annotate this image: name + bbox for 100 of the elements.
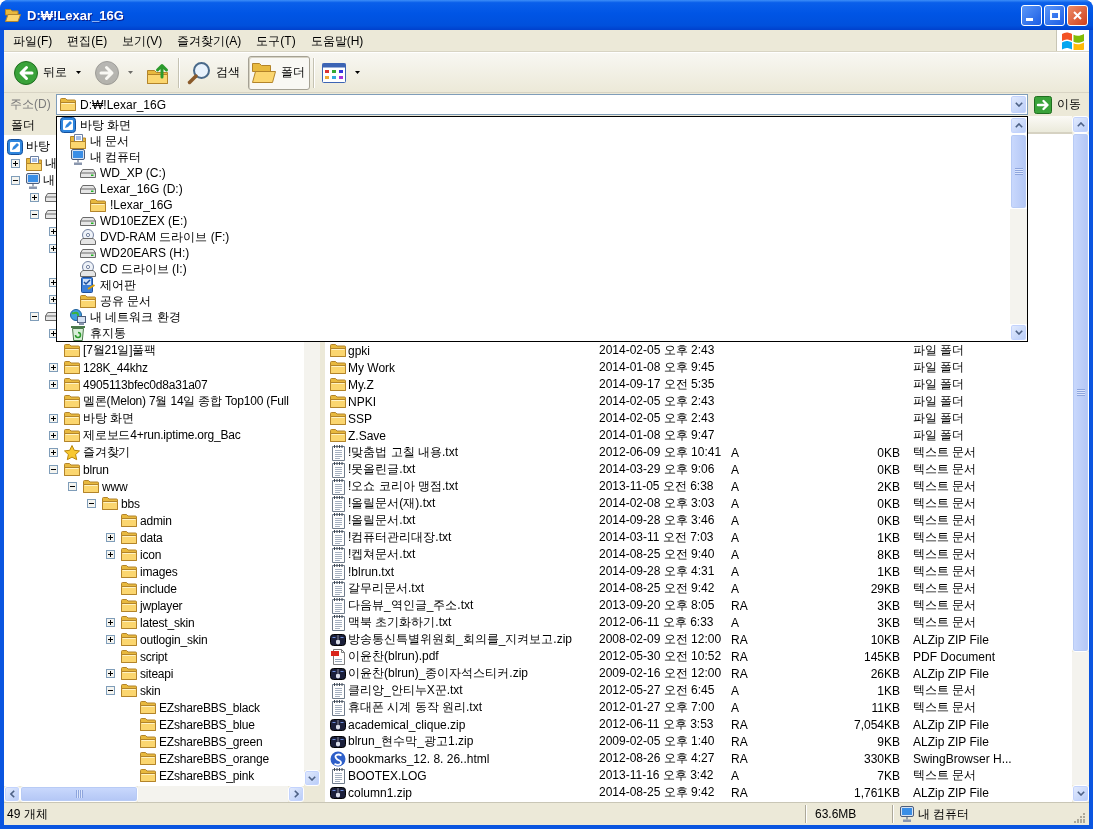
tree-toggle[interactable] — [106, 618, 115, 627]
menu-item[interactable]: 도구(T) — [250, 30, 302, 51]
location-item[interactable]: !Lexar_16G — [90, 197, 175, 213]
dropdown-button[interactable] — [1010, 95, 1027, 114]
tree-toggle[interactable] — [49, 448, 58, 457]
file-name[interactable]: NPKI — [348, 394, 376, 409]
file-name[interactable]: 맥북 초기화하기.txt — [348, 614, 452, 631]
file-name[interactable]: !올릴문서.txt — [348, 512, 416, 529]
file-name[interactable]: bookmarks_12. 8. 26..html — [348, 751, 490, 766]
location-item[interactable]: 내 컴퓨터 — [70, 149, 144, 165]
scroll-up-button[interactable] — [1010, 117, 1027, 134]
tree-item[interactable]: 128K_44khz — [64, 359, 148, 376]
tree-toggle[interactable] — [106, 635, 115, 644]
maximize-button[interactable] — [1044, 4, 1065, 26]
location-item[interactable]: Lexar_16G (D:) — [80, 181, 185, 197]
tree-item[interactable]: [7월21일]풀팩 — [64, 342, 156, 359]
file-name[interactable]: blrun_현수막_광고1.zip — [348, 733, 474, 750]
location-item[interactable]: 내 네트워크 환경 — [70, 309, 183, 325]
location-item[interactable]: 제어판 — [80, 277, 138, 293]
tree-item[interactable]: EZshareBBS_green — [140, 733, 263, 750]
tree-item[interactable]: skin — [121, 682, 161, 699]
minimize-button[interactable] — [1021, 4, 1042, 26]
tree-toggle[interactable] — [106, 686, 115, 695]
menu-item[interactable]: 파일(F) — [7, 30, 59, 51]
tree-item[interactable]: data — [121, 529, 163, 546]
scrollbar-thumb[interactable] — [1072, 133, 1089, 652]
tree-item[interactable]: EZshareBBS_black — [140, 699, 260, 716]
tree-toggle[interactable] — [49, 380, 58, 389]
location-item[interactable]: WD10EZEX (E:) — [80, 213, 190, 229]
tree-item[interactable]: EZshareBBS_pink — [140, 767, 255, 784]
tree-item[interactable]: include — [121, 580, 177, 597]
scroll-up-button[interactable] — [1072, 116, 1089, 133]
location-item[interactable]: DVD-RAM 드라이브 (F:) — [80, 229, 232, 245]
location-item[interactable]: CD 드라이브 (I:) — [80, 261, 189, 277]
menu-item[interactable]: 도움말(H) — [304, 30, 370, 51]
location-item[interactable]: 바탕 화면 — [60, 117, 134, 133]
file-name[interactable]: 다음뷰_역인글_주소.txt — [348, 597, 474, 614]
tree-toggle[interactable] — [49, 431, 58, 440]
tree-toggle[interactable] — [68, 482, 77, 491]
file-name[interactable]: 이윤찬(blrun)_종이자석스티커.zip — [348, 665, 529, 682]
scroll-down-button[interactable] — [1010, 324, 1027, 341]
file-name[interactable]: 휴대폰 시계 동작 원리.txt — [348, 699, 482, 716]
file-name[interactable]: SSP — [348, 411, 372, 426]
location-item[interactable]: 휴지통 — [70, 325, 128, 341]
scroll-down-button[interactable] — [304, 770, 320, 786]
file-name[interactable]: !켑쳐문서.txt — [348, 546, 416, 563]
scroll-right-button[interactable] — [288, 786, 304, 802]
folders-button[interactable]: 폴더 — [248, 55, 310, 90]
file-name[interactable]: 클리앙_안티누X꾼.txt — [348, 682, 463, 699]
file-name[interactable]: !오쇼 코리아 맹점.txt — [348, 478, 458, 495]
tree-item[interactable]: latest_skin — [121, 614, 195, 631]
tree-toggle[interactable] — [49, 363, 58, 372]
address-field[interactable]: D:₩!Lexar_16G — [56, 94, 1028, 115]
tree-item[interactable]: script — [121, 648, 168, 665]
tree-item[interactable]: icon — [121, 546, 162, 563]
tree-item[interactable]: blrun — [64, 461, 109, 478]
tree-toggle[interactable] — [106, 550, 115, 559]
file-name[interactable]: BOOTEX.LOG — [348, 768, 427, 783]
scrollbar-thumb[interactable] — [1010, 134, 1027, 209]
location-item[interactable]: 공유 문서 — [80, 293, 154, 309]
tree-item[interactable]: 내 — [26, 172, 55, 189]
tree-item[interactable]: 바탕 화면 — [64, 410, 134, 427]
tree-item[interactable]: outlogin_skin — [121, 631, 208, 648]
tree-toggle[interactable] — [30, 312, 39, 321]
tree-item[interactable]: 멜론(Melon) 7월 14일 종합 Top100 (Full — [64, 393, 289, 410]
file-name[interactable]: !blrun.txt — [348, 564, 395, 579]
tree-item[interactable]: 4905113bfec0d8a31a07 — [64, 376, 208, 393]
back-button[interactable]: 뒤로 — [10, 55, 88, 90]
file-name[interactable]: !못올린글.txt — [348, 461, 416, 478]
tree-toggle[interactable] — [106, 533, 115, 542]
tree-item[interactable]: 제로보드4+run.iptime.org_Bac — [64, 427, 241, 444]
file-name[interactable]: My.Z — [348, 377, 374, 392]
tree-toggle[interactable] — [87, 499, 96, 508]
tree-item[interactable]: EZshareBBS_blue — [140, 716, 255, 733]
menu-item[interactable]: 즐겨찾기(A) — [171, 30, 248, 51]
location-item[interactable]: 내 문서 — [70, 133, 132, 149]
tree-toggle[interactable] — [11, 176, 20, 185]
file-name[interactable]: 이윤찬(blrun).pdf — [348, 648, 439, 665]
tree-item[interactable]: images — [121, 563, 178, 580]
file-name[interactable]: Z.Save — [348, 428, 386, 443]
tree-item[interactable]: admin — [121, 512, 172, 529]
tree-item[interactable]: jwplayer — [121, 597, 183, 614]
file-name[interactable]: My Work — [348, 360, 396, 375]
tree-toggle[interactable] — [30, 210, 39, 219]
tree-item[interactable]: EZshareBBS_orange — [140, 750, 269, 767]
menu-item[interactable]: 편집(E) — [61, 30, 114, 51]
file-name[interactable]: !컴퓨터관리대장.txt — [348, 529, 452, 546]
tree-item[interactable]: 바탕 — [7, 138, 50, 155]
tree-item[interactable]: 즐겨찾기 — [64, 444, 131, 461]
tree-item[interactable]: bbs — [102, 495, 140, 512]
file-name[interactable]: 방송통신특별위원회_회의를_지켜보고.zip — [348, 631, 573, 648]
menu-item[interactable]: 보기(V) — [116, 30, 169, 51]
scrollbar-thumb[interactable] — [20, 786, 138, 802]
tree-toggle[interactable] — [106, 669, 115, 678]
tree-toggle[interactable] — [30, 193, 39, 202]
go-button[interactable]: 이동 — [1032, 94, 1085, 115]
file-name[interactable]: !맞춤법 고칠 내용.txt — [348, 444, 458, 461]
scroll-down-button[interactable] — [1072, 785, 1089, 802]
scroll-left-button[interactable] — [4, 786, 20, 802]
tree-toggle[interactable] — [11, 159, 20, 168]
